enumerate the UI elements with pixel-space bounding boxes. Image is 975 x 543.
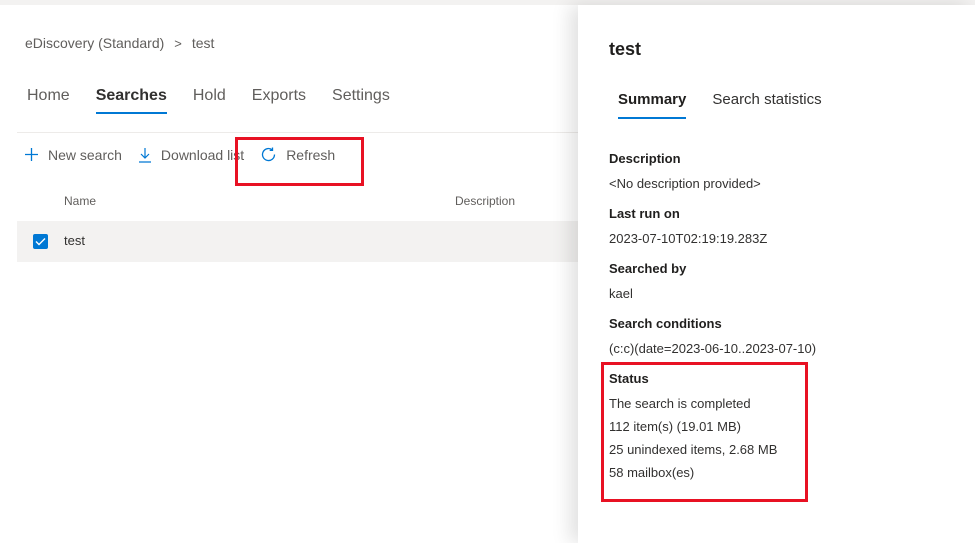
plus-icon <box>25 148 38 161</box>
description-label: Description <box>609 151 681 166</box>
column-header-description[interactable]: Description <box>455 194 515 208</box>
panel-title: test <box>609 39 642 59</box>
last-run-section: Last run on 2023-07-10T02:19:19.283Z <box>609 206 767 250</box>
search-conditions-label: Search conditions <box>609 316 722 331</box>
new-search-button[interactable]: New search <box>24 147 122 163</box>
row-name: test <box>64 233 85 248</box>
checkmark-icon <box>35 238 46 246</box>
tab-search-statistics[interactable]: Search statistics <box>712 91 821 119</box>
download-list-label: Download list <box>160 146 245 163</box>
download-icon <box>138 147 151 163</box>
search-conditions-value: (c:c)(date=2023-06-10..2023-07-10) <box>609 341 817 356</box>
nav-divider <box>17 132 578 133</box>
breadcrumb-current: test <box>191 35 215 51</box>
table-row[interactable]: test <box>17 221 578 262</box>
last-run-label: Last run on <box>609 206 680 221</box>
breadcrumb-separator: > <box>174 35 182 51</box>
searched-by-section: Searched by kael <box>609 261 686 305</box>
panel-tabs: Summary Search statistics <box>618 91 848 119</box>
status-highlight-box <box>601 362 808 502</box>
breadcrumb-root-link[interactable]: eDiscovery (Standard) <box>25 35 164 51</box>
row-checkbox[interactable] <box>33 234 48 249</box>
download-list-button[interactable]: Download list <box>138 147 244 163</box>
search-conditions-section: Search conditions (c:c)(date=2023-06-10.… <box>609 316 816 360</box>
refresh-highlight-box <box>235 137 364 186</box>
tab-searches[interactable]: Searches <box>95 87 168 114</box>
tab-hold[interactable]: Hold <box>193 87 226 114</box>
case-nav: Home Searches Hold Exports Settings <box>27 87 416 114</box>
tab-home[interactable]: Home <box>27 87 70 114</box>
new-search-label: New search <box>48 146 122 163</box>
tab-settings[interactable]: Settings <box>332 87 390 114</box>
tab-summary[interactable]: Summary <box>618 91 687 119</box>
searched-by-value: kael <box>609 286 633 301</box>
last-run-value: 2023-07-10T02:19:19.283Z <box>609 231 768 246</box>
column-header-name[interactable]: Name <box>64 194 96 208</box>
description-section: Description <No description provided> <box>609 151 761 195</box>
breadcrumb: eDiscovery (Standard) > test <box>25 35 214 51</box>
searches-pane: eDiscovery (Standard) > test <box>0 5 578 543</box>
searched-by-label: Searched by <box>609 261 687 276</box>
tab-exports[interactable]: Exports <box>252 87 306 114</box>
description-value: <No description provided> <box>609 176 761 191</box>
